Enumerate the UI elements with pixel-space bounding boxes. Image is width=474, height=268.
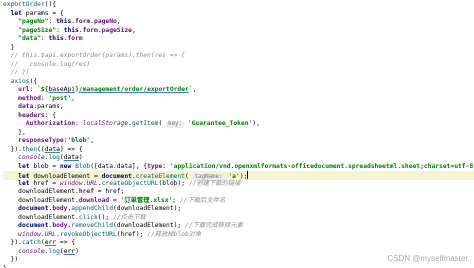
code-line-22: let href = window.URL.createObjectURL(bl… (18, 179, 241, 187)
code-line-19: console.log(data) (18, 154, 83, 161)
code-line-12: method: 'post', (18, 94, 76, 102)
code-line-9: // }) (3, 69, 30, 76)
code-line-26: downloadElement.click(); //点击下载 (3, 213, 146, 221)
code-line-1: exportOrder(){ (3, 1, 57, 8)
code-line-7: // this.$api.exportOrder(params).then(re… (3, 52, 185, 59)
code-line-4: "pageSize": this.form.pageSize, (18, 26, 136, 34)
code-line-14: headers: { (18, 111, 57, 119)
code-line-13: data:params, (18, 103, 64, 110)
code-line-20: let blob = new Blob([data.data], {type: … (18, 162, 474, 170)
code-line-2: let params = { (10, 9, 64, 17)
code-line-18: }).then((data) => { (3, 145, 83, 153)
code-line-5: "data": this.form (18, 35, 83, 42)
code-line-6: } (3, 43, 15, 51)
code-text: exportOrder (3, 1, 45, 8)
code-line-28: window.URL.revokeObjectURL(href); //释放掉b… (18, 230, 202, 238)
code-line-23: downloadElement.href = href; (3, 188, 125, 195)
code-line-21: let downloadElement = document.createEle… (3, 171, 474, 181)
param-hint-key: key: (166, 121, 185, 128)
code-line-24: downloadElement.download = '订单管理.xlsx'; … (3, 196, 226, 204)
code-line-3: "pageNo": this.form.pageNo, (18, 18, 121, 25)
text-caret (247, 171, 249, 179)
code-line-16: }, (3, 128, 26, 136)
code-line-8: // console.log(res) (3, 60, 91, 68)
code-line-32: } (3, 264, 7, 268)
code-line-17: responseType:'blob', (18, 137, 95, 144)
code-line-29: }).catch(err => { (3, 239, 76, 246)
code-line-25: document.body.appendChild(downloadElemen… (18, 205, 182, 212)
code-line-15: Authorization: localStorage.getItem( key… (25, 120, 260, 128)
code-line-27: document.body.removeChild(downloadElemen… (18, 222, 243, 229)
code-line-11: url: `${baseApi}/management/order/export… (18, 86, 197, 93)
code-editor[interactable]: exportOrder(){ let params = { "pageNo": … (0, 0, 474, 268)
csdn-watermark: CSDN @myselfmaster (387, 253, 468, 263)
code-line-10: axios({ (10, 77, 38, 85)
